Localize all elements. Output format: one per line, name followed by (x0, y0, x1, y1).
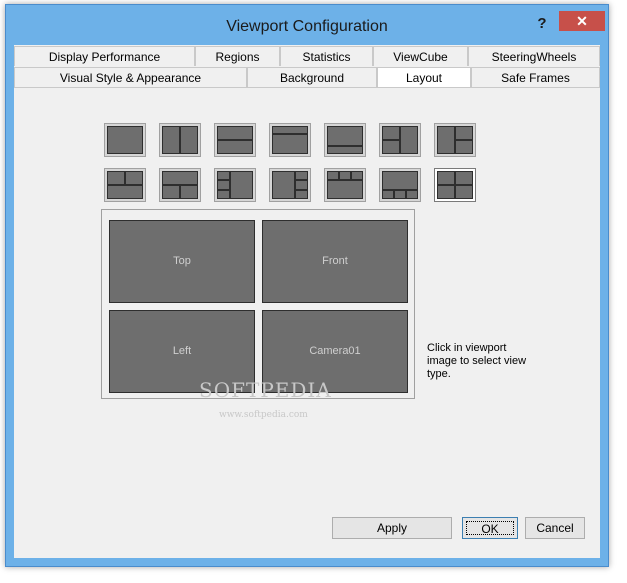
layout-cell (327, 146, 363, 154)
layout-thumbnail[interactable] (104, 168, 146, 202)
layout-cell (217, 126, 253, 140)
close-button[interactable]: ✕ (559, 11, 605, 31)
layout-cell (327, 180, 363, 199)
layout-thumbnail[interactable] (434, 123, 476, 157)
layout-cell (382, 140, 400, 154)
tab-regions[interactable]: Regions (195, 46, 280, 66)
layout-thumbnail[interactable] (104, 123, 146, 157)
layout-cell (180, 126, 198, 154)
tab-viewcube[interactable]: ViewCube (373, 46, 468, 66)
layout-thumbnail[interactable] (379, 168, 421, 202)
viewport-label: Camera01 (309, 344, 361, 357)
layout-thumbnail[interactable] (269, 168, 311, 202)
watermark-url: www.softpedia.com (219, 410, 308, 420)
layout-cell (339, 171, 351, 180)
layout-thumbnail[interactable] (324, 123, 366, 157)
layout-cell (455, 140, 473, 154)
layout-hint-text: Click in viewport image to select view t… (427, 342, 527, 380)
layout-cell (162, 185, 180, 199)
layout-thumbnail[interactable] (269, 123, 311, 157)
ok-button[interactable]: OK (462, 517, 518, 539)
layout-cell (162, 126, 180, 154)
viewport-label: Front (322, 254, 348, 267)
tab-background[interactable]: Background (247, 67, 377, 87)
layout-thumbnail[interactable] (214, 123, 256, 157)
title-bar[interactable]: Viewport Configuration ? ✕ (6, 5, 608, 45)
tab-layout[interactable]: Layout (377, 67, 471, 87)
tab-safe-frames[interactable]: Safe Frames (471, 67, 600, 87)
layout-cell (125, 171, 143, 185)
viewport-preview: Top Front Left Camera01 (101, 209, 415, 399)
apply-button[interactable]: Apply (332, 517, 452, 539)
layout-cell (382, 190, 394, 199)
layout-thumbnail[interactable] (159, 123, 201, 157)
layout-cell (327, 126, 363, 146)
layout-cell (217, 140, 253, 154)
layout-cell (382, 171, 418, 190)
cancel-button[interactable]: Cancel (525, 517, 585, 539)
layout-thumbnail[interactable] (214, 168, 256, 202)
layout-cell (437, 171, 455, 185)
viewport-label: Left (172, 344, 192, 357)
viewport-configuration-window: Viewport Configuration ? ✕ Display Perfo… (5, 4, 609, 567)
tab-visual-style[interactable]: Visual Style & Appearance (14, 67, 247, 87)
layout-cell (230, 171, 253, 199)
layout-cell (272, 134, 308, 154)
layout-thumbnail[interactable] (379, 123, 421, 157)
layout-thumbnail[interactable] (159, 168, 201, 202)
layout-cell (455, 126, 473, 140)
layout-cell (295, 180, 308, 190)
layout-cell (272, 171, 295, 199)
layout-cell (107, 185, 143, 199)
layout-cell (394, 190, 406, 199)
layout-cell (327, 171, 339, 180)
layout-cell (437, 126, 455, 154)
dialog-client: Display Performance Regions Statistics V… (14, 45, 600, 558)
layout-thumbnail-selected[interactable] (434, 168, 476, 202)
layout-cell (107, 126, 143, 154)
window-title: Viewport Configuration (226, 18, 388, 35)
layout-cell (272, 126, 308, 134)
tab-statistics[interactable]: Statistics (280, 46, 373, 66)
layout-cell (217, 180, 230, 190)
layout-cell (162, 171, 198, 185)
viewport-label: Top (173, 254, 191, 267)
viewport-top[interactable]: Top (109, 220, 255, 303)
ok-button-label: OK (466, 521, 514, 536)
help-button[interactable]: ? (532, 14, 552, 34)
layout-cell (180, 185, 198, 199)
layout-cell (437, 185, 455, 199)
layout-cell (455, 171, 473, 185)
layout-cell (295, 190, 308, 199)
layout-cell (217, 171, 230, 180)
layout-cell (400, 126, 418, 154)
layout-cell (217, 190, 230, 199)
tab-steeringwheels[interactable]: SteeringWheels (468, 46, 600, 66)
layout-cell (406, 190, 418, 199)
layout-thumbnail[interactable] (324, 168, 366, 202)
tab-display-performance[interactable]: Display Performance (14, 46, 195, 66)
layout-cell (382, 126, 400, 140)
layout-cell (107, 171, 125, 185)
layout-cell (295, 171, 308, 180)
layout-cell (455, 185, 473, 199)
layout-cell (351, 171, 363, 180)
watermark-logo: SOFTPEDIA (199, 378, 332, 402)
viewport-front[interactable]: Front (262, 220, 408, 303)
